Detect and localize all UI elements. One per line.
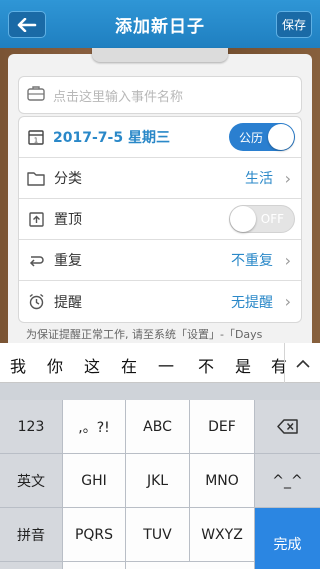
back-button[interactable] <box>8 11 46 38</box>
done-button[interactable]: 完成 <box>255 508 320 569</box>
space-key[interactable] <box>126 562 255 569</box>
key-select-pinyin[interactable] <box>63 562 126 569</box>
page-title: 添加新日子 <box>115 16 205 37</box>
candidate-word[interactable]: 不 <box>198 353 214 377</box>
save-button[interactable]: 保存 <box>276 11 312 38</box>
reminder-row[interactable]: 提醒 无提醒 › <box>19 281 301 322</box>
candidate-word[interactable]: 一 <box>158 353 174 377</box>
reminder-notice: 为保证提醒正常工作, 请至系统「设置」-「Days <box>26 328 263 341</box>
key-abc[interactable]: ABC <box>126 400 190 454</box>
back-arrow-icon <box>17 17 37 32</box>
chevron-up-icon <box>295 359 310 368</box>
key-emoticon[interactable]: ^_^ <box>255 454 320 508</box>
category-value: 生活 <box>245 171 273 187</box>
pin-top-icon <box>27 210 45 228</box>
candidate-word[interactable]: 这 <box>84 353 100 377</box>
key-tuv[interactable]: TUV <box>126 508 190 562</box>
repeat-label: 重复 <box>54 253 82 269</box>
candidate-word[interactable]: 我 <box>10 353 26 377</box>
repeat-icon <box>27 251 45 269</box>
event-name-placeholder: 点击这里输入事件名称 <box>53 89 184 105</box>
toggle-knob <box>230 206 256 232</box>
chevron-right-icon: › <box>284 292 291 311</box>
calendar-type-toggle[interactable]: 公历 <box>229 123 295 151</box>
pin-toggle-label: OFF <box>260 212 284 226</box>
candidate-word[interactable]: 是 <box>235 353 251 377</box>
nav-bar: 添加新日子 保存 <box>0 0 320 48</box>
key-123[interactable]: 123 <box>0 400 63 454</box>
candidate-bar: 我 你 这 在 一 不 是 有 <box>0 343 320 383</box>
repeat-row[interactable]: 重复 不重复 › <box>19 240 301 281</box>
calendar-toggle-label: 公历 <box>239 131 264 145</box>
delete-key[interactable] <box>255 400 320 454</box>
expand-candidates-button[interactable] <box>284 343 320 383</box>
chevron-right-icon: › <box>284 250 291 270</box>
settings-list: 1 2017-7-5 星期三 公历 分类 生活 › 置顶 OFF 重复 不重复 … <box>18 116 302 323</box>
date-value: 2017-7-5 星期三 <box>53 130 170 146</box>
backspace-icon <box>276 419 298 434</box>
key-pqrs[interactable]: PQRS <box>63 508 126 562</box>
event-name-field[interactable]: 点击这里输入事件名称 <box>18 76 302 114</box>
key-def[interactable]: DEF <box>190 400 255 454</box>
folder-icon <box>27 169 45 187</box>
repeat-value: 不重复 <box>231 253 273 269</box>
key-globe[interactable] <box>0 562 63 569</box>
reminder-label: 提醒 <box>54 294 82 311</box>
key-ghi[interactable]: GHI <box>63 454 126 508</box>
alarm-clock-icon <box>27 293 45 311</box>
key-punctuation[interactable]: ,。?! <box>63 400 126 454</box>
key-wxyz[interactable]: WXYZ <box>190 508 255 562</box>
briefcase-icon <box>27 85 45 105</box>
chevron-right-icon: › <box>284 168 291 188</box>
pin-row: 置顶 OFF <box>19 199 301 240</box>
date-row[interactable]: 1 2017-7-5 星期三 公历 <box>19 117 301 158</box>
candidate-word[interactable]: 在 <box>121 353 137 377</box>
key-pinyin[interactable]: 拼音 <box>0 508 63 562</box>
reminder-value: 无提醒 <box>231 294 273 311</box>
key-english[interactable]: 英文 <box>0 454 63 508</box>
calendar-icon: 1 <box>27 128 45 146</box>
category-row[interactable]: 分类 生活 › <box>19 158 301 199</box>
clipboard-clip <box>92 48 228 62</box>
key-jkl[interactable]: JKL <box>126 454 190 508</box>
category-label: 分类 <box>54 171 82 187</box>
key-mno[interactable]: MNO <box>190 454 255 508</box>
candidate-word[interactable]: 你 <box>47 353 63 377</box>
toggle-knob <box>268 124 294 150</box>
pin-label: 置顶 <box>54 212 82 228</box>
keyboard: 我 你 这 在 一 不 是 有 123 ,。?! ABC DEF 英文 GHI … <box>0 343 320 569</box>
pin-toggle[interactable]: OFF <box>229 205 295 233</box>
svg-text:1: 1 <box>34 137 38 145</box>
